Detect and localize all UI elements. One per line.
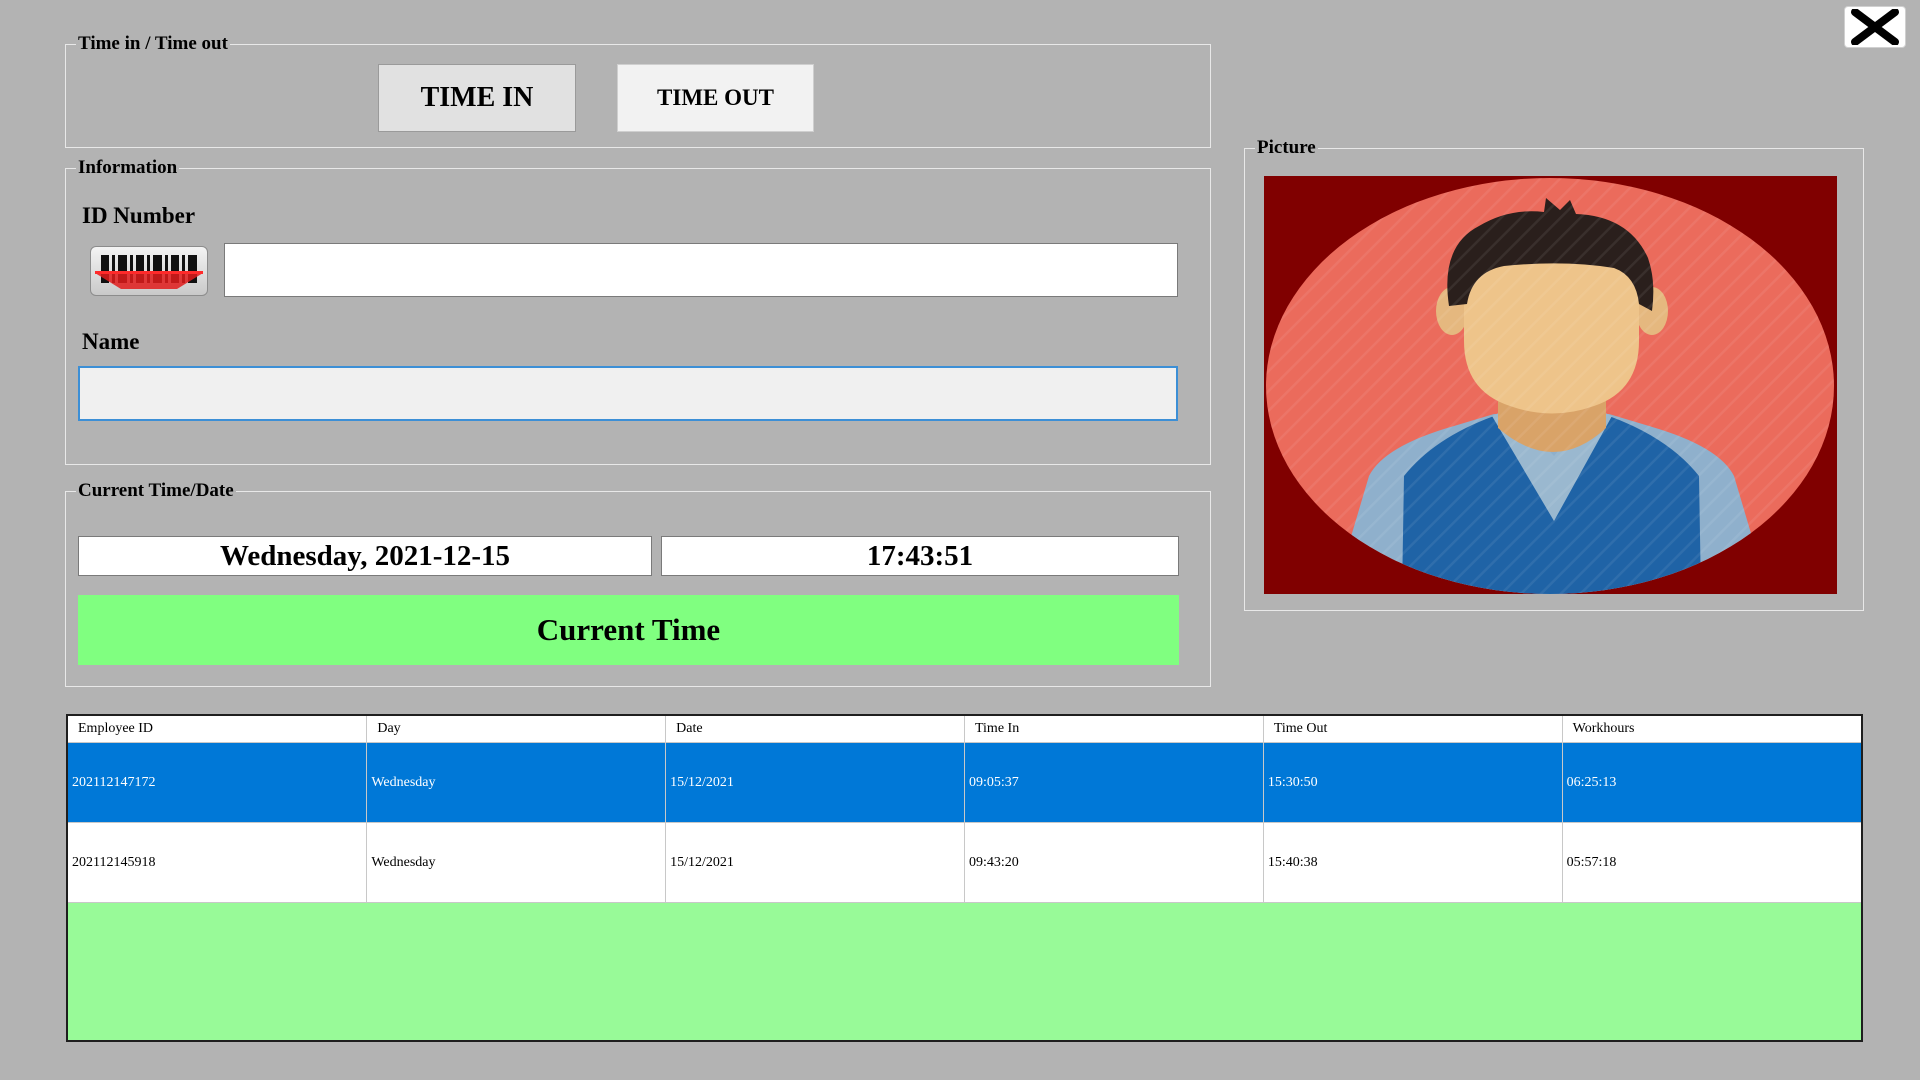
table-cell[interactable]: Wednesday [366, 822, 667, 903]
barcode-scanner-icon [90, 246, 208, 296]
column-header[interactable]: Day [366, 716, 667, 743]
table-cell[interactable]: Wednesday [366, 742, 667, 823]
name-input[interactable] [78, 366, 1178, 421]
column-header[interactable]: Employee ID [68, 716, 368, 743]
column-header[interactable]: Time In [964, 716, 1264, 743]
table-row[interactable]: 202112147172 Wednesday 15/12/2021 09:05:… [68, 742, 1861, 823]
information-legend: Information [76, 157, 180, 179]
column-header[interactable]: Workhours [1562, 716, 1861, 743]
picture-legend: Picture [1255, 137, 1318, 159]
table-cell[interactable]: 202112145918 [68, 822, 368, 903]
table-cell[interactable]: 15/12/2021 [665, 742, 965, 823]
close-button[interactable] [1844, 6, 1906, 48]
current-time-legend: Current Time/Date [76, 480, 236, 502]
table-cell[interactable]: 06:25:13 [1562, 742, 1861, 823]
table-cell[interactable]: 202112147172 [68, 742, 368, 823]
current-time-display: 17:43:51 [661, 536, 1179, 576]
current-date-display: Wednesday, 2021-12-15 [78, 536, 652, 576]
time-in-button[interactable]: TIME IN [378, 64, 576, 132]
table-cell[interactable]: 15/12/2021 [665, 822, 965, 903]
column-header[interactable]: Time Out [1263, 716, 1563, 743]
table-cell[interactable]: 05:57:18 [1562, 822, 1861, 903]
timeinout-legend: Time in / Time out [76, 33, 230, 55]
table-header-row: Employee ID Day Date Time In Time Out Wo… [68, 716, 1861, 743]
time-out-button[interactable]: TIME OUT [617, 64, 814, 132]
close-icon [1851, 9, 1899, 45]
current-time-button[interactable]: Current Time [78, 595, 1179, 665]
id-number-label: ID Number [82, 203, 196, 228]
table-cell[interactable]: 09:43:20 [964, 822, 1264, 903]
table-cell[interactable]: 09:05:37 [964, 742, 1264, 823]
table-cell[interactable]: 15:30:50 [1263, 742, 1563, 823]
table-row[interactable]: 202112145918 Wednesday 15/12/2021 09:43:… [68, 822, 1861, 903]
avatar-icon [1266, 178, 1834, 594]
attendance-table[interactable]: Employee ID Day Date Time In Time Out Wo… [66, 714, 1863, 1042]
name-label: Name [82, 329, 140, 354]
employee-picture [1264, 176, 1837, 594]
column-header[interactable]: Date [665, 716, 965, 743]
table-cell[interactable]: 15:40:38 [1263, 822, 1563, 903]
id-number-input[interactable] [224, 243, 1178, 297]
